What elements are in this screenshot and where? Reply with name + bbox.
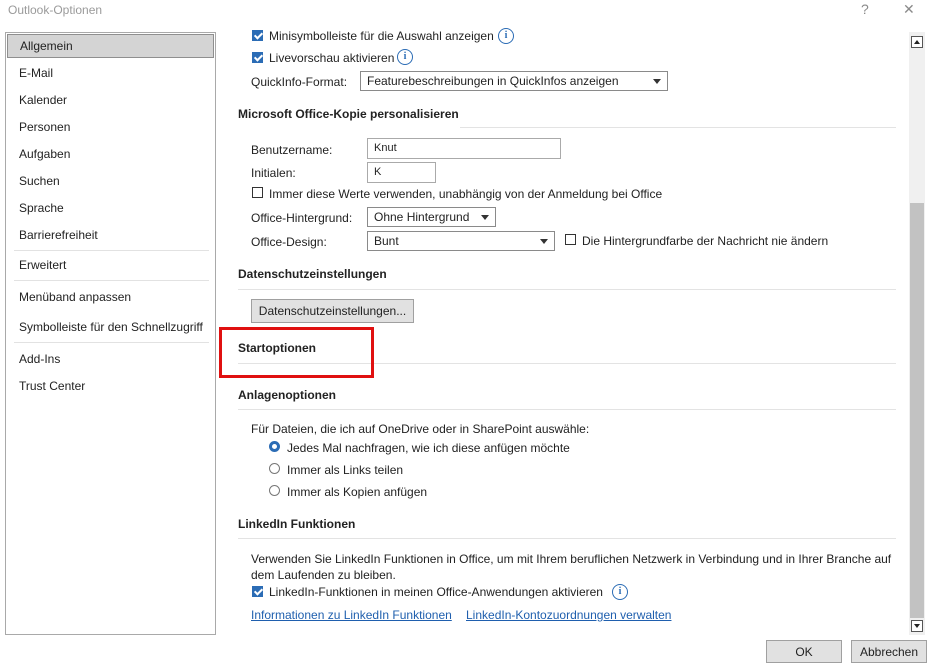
scrollbar-thumb[interactable] — [910, 203, 924, 618]
design-label: Office-Design: — [251, 235, 327, 249]
close-button[interactable]: ✕ — [903, 1, 915, 18]
background-dropdown[interactable]: Ohne Hintergrund — [367, 207, 496, 227]
username-input[interactable]: Knut — [367, 138, 561, 159]
section-heading-privacy: Datenschutzeinstellungen — [238, 267, 387, 281]
sidebar-item-kalender[interactable]: Kalender — [7, 88, 214, 112]
dropdown-arrow-icon — [540, 239, 548, 244]
mini-toolbar-label: Minisymbolleiste für die Auswahl anzeige… — [269, 29, 494, 43]
sidebar-item-schnellzugriff[interactable]: Symbolleiste für den Schnellzugriff — [7, 315, 214, 339]
sidebar-item-menueband[interactable]: Menüband anpassen — [7, 285, 214, 309]
never-change-bg-checkbox[interactable] — [565, 234, 576, 245]
radio-share-links[interactable] — [269, 463, 280, 474]
sidebar-item-suchen[interactable]: Suchen — [7, 169, 214, 193]
design-value: Bunt — [374, 234, 399, 248]
radio-ask-each-time[interactable] — [269, 441, 280, 452]
sidebar-divider — [14, 250, 209, 251]
initials-label: Initialen: — [251, 166, 296, 180]
section-divider — [238, 538, 896, 539]
sidebar-item-addins[interactable]: Add-Ins — [7, 347, 214, 371]
background-value: Ohne Hintergrund — [374, 210, 470, 224]
section-heading-personalize: Microsoft Office-Kopie personalisieren — [238, 107, 459, 121]
live-preview-label: Livevorschau aktivieren — [269, 51, 395, 65]
initials-input[interactable]: K — [367, 162, 436, 183]
radio-label: Immer als Links teilen — [287, 463, 404, 477]
linkedin-description: Verwenden Sie LinkedIn Funktionen in Off… — [251, 552, 892, 582]
cancel-button[interactable]: Abbrechen — [851, 640, 927, 663]
linkedin-info-link[interactable]: Informationen zu LinkedIn Funktionen — [251, 608, 452, 622]
ok-button[interactable]: OK — [766, 640, 842, 663]
sidebar-item-barrierefreiheit[interactable]: Barrierefreiheit — [7, 223, 214, 247]
scroll-up-icon[interactable] — [911, 36, 923, 48]
linkedin-enable-checkbox[interactable] — [252, 586, 263, 597]
category-sidebar: Allgemein E-Mail Kalender Personen Aufga… — [5, 32, 216, 635]
attachments-intro: Für Dateien, die ich auf OneDrive oder i… — [251, 422, 590, 436]
radio-attach-copies[interactable] — [269, 485, 280, 496]
sidebar-divider — [14, 342, 209, 343]
section-heading-linkedin: LinkedIn Funktionen — [238, 517, 356, 531]
privacy-settings-button[interactable]: Datenschutzeinstellungen... — [251, 299, 414, 323]
background-label: Office-Hintergrund: — [251, 211, 353, 225]
sidebar-item-aufgaben[interactable]: Aufgaben — [7, 142, 214, 166]
dropdown-arrow-icon — [481, 215, 489, 220]
sidebar-item-personen[interactable]: Personen — [7, 115, 214, 139]
quickinfo-label: QuickInfo-Format: — [251, 75, 348, 89]
section-divider — [460, 127, 896, 128]
section-divider — [238, 409, 896, 410]
sidebar-item-erweitert[interactable]: Erweitert — [7, 253, 214, 277]
always-use-label: Immer diese Werte verwenden, unabhängig … — [269, 187, 663, 201]
window-title: Outlook-Optionen — [8, 3, 103, 17]
help-button[interactable]: ? — [861, 1, 869, 17]
info-icon[interactable]: i — [612, 584, 628, 600]
linkedin-manage-link[interactable]: LinkedIn-Kontozuordnungen verwalten — [466, 608, 671, 622]
section-divider — [238, 289, 896, 290]
scroll-down-icon[interactable] — [911, 620, 923, 632]
never-change-bg-label: Die Hintergrundfarbe der Nachricht nie ä… — [582, 234, 829, 248]
dropdown-arrow-icon — [653, 79, 661, 84]
radio-label: Jedes Mal nachfragen, wie ich diese anfü… — [287, 441, 570, 455]
always-use-checkbox[interactable] — [252, 187, 263, 198]
highlight-box — [219, 327, 374, 378]
mini-toolbar-checkbox[interactable] — [252, 30, 263, 41]
live-preview-checkbox[interactable] — [252, 52, 263, 63]
sidebar-item-sprache[interactable]: Sprache — [7, 196, 214, 220]
sidebar-item-trustcenter[interactable]: Trust Center — [7, 374, 214, 398]
info-icon[interactable]: i — [498, 28, 514, 44]
design-dropdown[interactable]: Bunt — [367, 231, 555, 251]
quickinfo-value: Featurebeschreibungen in QuickInfos anze… — [367, 74, 619, 88]
sidebar-item-allgemein[interactable]: Allgemein — [7, 34, 214, 58]
info-icon[interactable]: i — [397, 49, 413, 65]
linkedin-enable-label: LinkedIn-Funktionen in meinen Office-Anw… — [269, 585, 603, 599]
radio-label: Immer als Kopien anfügen — [287, 485, 428, 499]
quickinfo-dropdown[interactable]: Featurebeschreibungen in QuickInfos anze… — [360, 71, 668, 91]
username-label: Benutzername: — [251, 143, 333, 157]
sidebar-divider — [14, 280, 209, 281]
section-heading-attachments: Anlagenoptionen — [238, 388, 336, 402]
sidebar-item-email[interactable]: E-Mail — [7, 61, 214, 85]
